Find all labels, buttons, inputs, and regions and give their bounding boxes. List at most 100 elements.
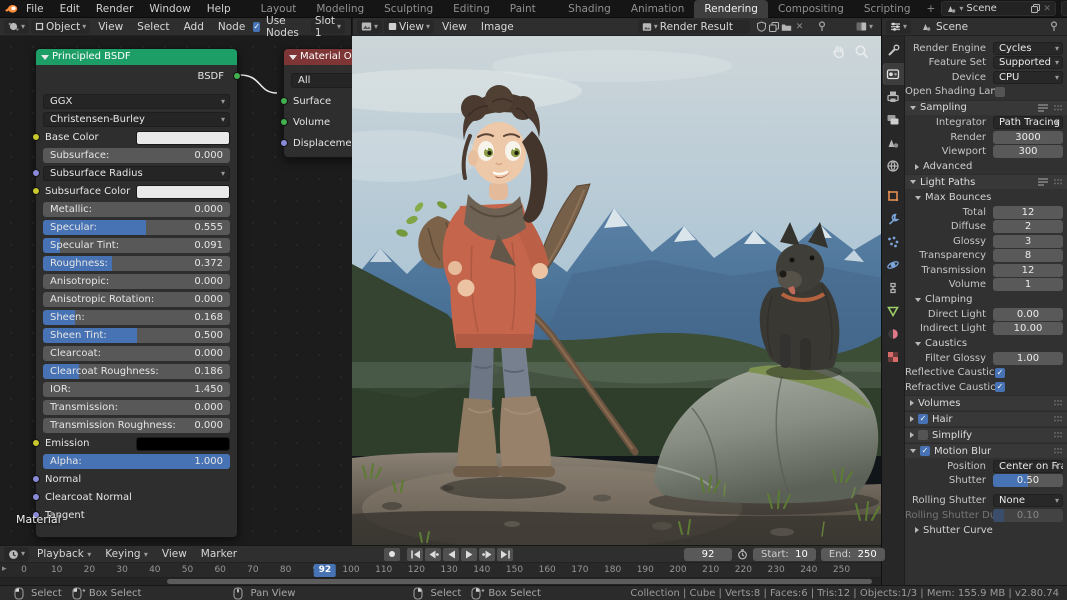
rolling-shutter-dur-slider[interactable]: 0.10 [993, 509, 1063, 522]
panel-header-light-paths[interactable]: Light Paths [905, 174, 1067, 189]
workspace-tab-shading[interactable]: Shading [558, 0, 621, 18]
panel-header-simplify[interactable]: Simplify [905, 427, 1067, 442]
panel-header-clamping[interactable]: Clamping [915, 293, 1067, 306]
node-row-sheen[interactable]: Sheen:0.168 [43, 310, 230, 325]
pin-icon[interactable] [1049, 21, 1059, 32]
node-row-tangent[interactable]: Tangent [43, 508, 230, 523]
display-channels-button[interactable]: ▾ [852, 20, 877, 34]
menu-render[interactable]: Render [88, 0, 141, 18]
menu-keying[interactable]: Keying ▾ [99, 545, 154, 563]
diffuse-field[interactable]: 2 [993, 220, 1063, 233]
reflective-caustics-checkbox[interactable]: ✓ [995, 368, 1005, 378]
workspace-tab-animation[interactable]: Animation [621, 0, 695, 18]
drag-dots-icon[interactable] [1053, 399, 1063, 407]
menu-image[interactable]: Image [475, 18, 520, 36]
prev-keyframe-button[interactable] [425, 548, 441, 561]
node-row-ior[interactable]: IOR:1.450 [43, 382, 230, 397]
node-row-specular[interactable]: Specular:0.555 [43, 220, 230, 235]
jump-to-end-button[interactable] [497, 548, 513, 561]
editor-type-button[interactable]: ▾ [357, 20, 382, 34]
input-socket-subsurface-color[interactable] [32, 187, 40, 195]
node-row-all[interactable]: All▾ [291, 73, 352, 88]
panel-header-advanced[interactable]: Advanced [915, 160, 1067, 173]
motion-blur-checkbox[interactable]: ✓ [920, 446, 930, 456]
color-swatch[interactable] [136, 185, 230, 199]
transmission-field[interactable]: 12 [993, 264, 1063, 277]
device-dropdown[interactable]: CPU▾ [993, 71, 1063, 84]
indirect-light-field[interactable]: 10.00 [993, 322, 1063, 335]
use-preview-range-icon[interactable] [737, 549, 748, 560]
next-keyframe-button[interactable] [479, 548, 495, 561]
node-row-sheen-tint[interactable]: Sheen Tint:0.500 [43, 328, 230, 343]
panel-header-shutter-curve[interactable]: Shutter Curve [915, 524, 1067, 537]
fake-user-icon[interactable] [756, 21, 767, 32]
menu-marker[interactable]: Marker [195, 545, 243, 563]
properties-tab-world[interactable] [883, 155, 904, 177]
properties-tab-tool[interactable] [883, 40, 904, 62]
properties-tab-modifiers[interactable] [883, 208, 904, 230]
bsdf-node-header[interactable]: Principled BSDF [36, 49, 237, 65]
new-image-icon[interactable] [769, 22, 779, 32]
transparency-field[interactable]: 8 [993, 249, 1063, 262]
hair-checkbox[interactable]: ✓ [918, 414, 928, 424]
input-socket-normal[interactable] [32, 475, 40, 483]
properties-tab-constraints[interactable] [883, 277, 904, 299]
node-row-clearcoat-normal[interactable]: Clearcoat Normal [43, 490, 230, 505]
feature-set-dropdown[interactable]: Supported▾ [993, 56, 1063, 69]
input-socket-subsurface-radius[interactable] [32, 169, 40, 177]
node-row-transmission[interactable]: Transmission:0.000 [43, 400, 230, 415]
glossy-field[interactable]: 3 [993, 235, 1063, 248]
properties-tab-particles[interactable] [883, 231, 904, 253]
timeline-ruler[interactable]: ▸ 01020304050607080901001101201301401501… [0, 563, 881, 578]
shader-mode-dropdown[interactable]: Object▾ [31, 20, 90, 34]
node-row-anisotropic[interactable]: Anisotropic:0.000 [43, 274, 230, 289]
play-button[interactable] [461, 548, 477, 561]
render-result-viewport[interactable] [352, 36, 881, 545]
menu-node[interactable]: Node [212, 18, 251, 36]
node-row-surface[interactable]: Surface [291, 94, 352, 109]
refractive-caustics-checkbox[interactable]: ✓ [995, 382, 1005, 392]
bsdf-output-socket[interactable] [233, 72, 241, 80]
render-engine-dropdown[interactable]: Cycles▾ [993, 42, 1063, 55]
presets-icon[interactable] [1037, 177, 1049, 187]
menu-window[interactable]: Window [141, 0, 198, 18]
properties-tab-physics[interactable] [883, 254, 904, 276]
unlink-image-icon[interactable]: ✕ [794, 22, 806, 32]
workspace-tab-compositing[interactable]: Compositing [768, 0, 854, 18]
editor-type-button[interactable]: ▾ [4, 20, 29, 34]
properties-tab-material[interactable] [883, 323, 904, 345]
total-field[interactable]: 12 [993, 206, 1063, 219]
shutter-slider[interactable]: 0.50 [993, 474, 1063, 487]
menu-edit[interactable]: Edit [52, 0, 88, 18]
scrollbar-handle[interactable] [167, 579, 872, 584]
use-nodes-checkbox[interactable]: ✓ [253, 22, 260, 32]
image-datablock-selector[interactable]: ▾ Render Result [638, 20, 750, 34]
workspace-tab-uv-editing[interactable]: UV Editing [443, 0, 500, 18]
node-row-alpha[interactable]: Alpha:1.000 [43, 454, 230, 469]
color-swatch[interactable] [136, 437, 230, 451]
workspace-tab-texture-paint[interactable]: Texture Paint [500, 0, 558, 18]
node-row-roughness[interactable]: Roughness:0.372 [43, 256, 230, 271]
workspace-tab-rendering[interactable]: Rendering [694, 0, 768, 18]
viewport-field[interactable]: 300 [993, 145, 1063, 158]
new-scene-icon[interactable] [1031, 4, 1040, 13]
panel-header-motion-blur[interactable]: ✓Motion Blur [905, 443, 1067, 458]
drag-dots-icon[interactable] [1053, 104, 1063, 112]
add-workspace-button[interactable]: + [921, 0, 942, 18]
open-shading-language-checkbox[interactable] [995, 87, 1005, 97]
view-layer-selector[interactable]: ▾ View Layer ✕ [1061, 1, 1067, 16]
input-socket-displacement[interactable] [280, 139, 288, 147]
filter-glossy-field[interactable]: 1.00 [993, 352, 1063, 365]
timeline-expand-arrow[interactable]: ▸ [2, 564, 7, 574]
scene-selector[interactable]: ▾ Scene ✕ [941, 1, 1056, 16]
node-row-clearcoat-roughness[interactable]: Clearcoat Roughness:0.186 [43, 364, 230, 379]
properties-tab-render[interactable] [883, 63, 904, 85]
properties-tab-texture[interactable] [883, 346, 904, 368]
menu-help[interactable]: Help [199, 0, 239, 18]
material-output-node[interactable]: Material Out All▾SurfaceVolumeDisplaceme… [283, 48, 352, 158]
node-canvas[interactable]: Principled BSDF BSDF GGX▾Christensen-Bur… [0, 36, 352, 545]
image-mode-dropdown[interactable]: View▾ [384, 20, 434, 34]
menu-view[interactable]: View [436, 18, 473, 36]
node-row-emission[interactable]: Emission [43, 436, 230, 451]
node-row-subsurface-color[interactable]: Subsurface Color [43, 184, 230, 199]
